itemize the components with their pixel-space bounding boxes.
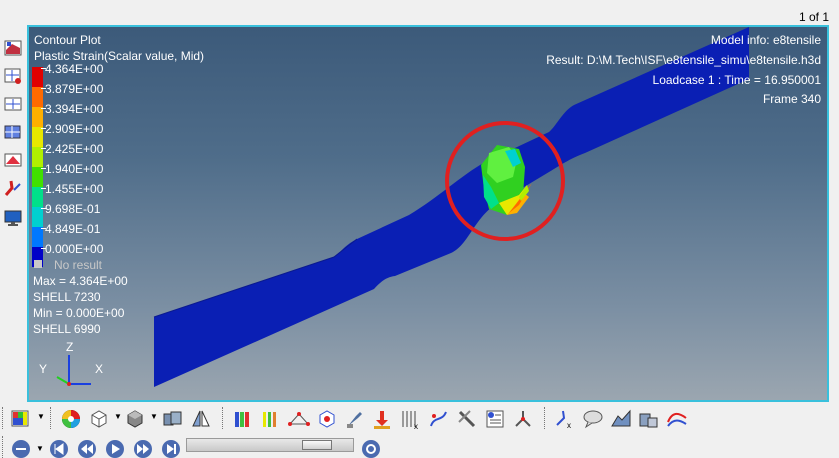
path-icon[interactable]: [428, 408, 450, 430]
display-monitor-icon[interactable]: [3, 208, 23, 228]
measure-tool-icon[interactable]: x: [554, 408, 576, 430]
legend-swatch: [32, 107, 43, 127]
chevron-down-icon[interactable]: ▼: [114, 412, 122, 421]
legend-label: 2.909E+00: [45, 122, 104, 136]
legend-label: 0.000E+00: [45, 242, 104, 256]
legend-swatch: [32, 227, 43, 247]
marker-icon[interactable]: [3, 150, 23, 170]
shaded-cube-icon[interactable]: [124, 408, 146, 430]
section-cut-icon[interactable]: [288, 408, 310, 430]
axis-triad: Z Y X: [33, 339, 113, 399]
svg-text:x: x: [414, 422, 418, 430]
chevron-down-icon[interactable]: ▼: [36, 444, 44, 453]
legend-label: 4.364E+00: [45, 62, 104, 76]
frame-number: Frame 340: [762, 92, 821, 106]
legend-label: 3.394E+00: [45, 102, 104, 116]
model-info: Model info: e8tensile: [710, 33, 821, 47]
animation-settings-icon[interactable]: [360, 438, 382, 458]
deform-shape-icon[interactable]: [638, 408, 660, 430]
legend-label: 9.698E-01: [45, 202, 101, 216]
left-toolbar: [0, 28, 26, 408]
chevron-down-icon[interactable]: ▼: [150, 412, 158, 421]
contour-plot-icon[interactable]: [10, 408, 32, 430]
legend-swatch: [32, 127, 43, 147]
max-value: Max = 4.364E+00: [33, 274, 128, 288]
page-counter: 1 of 1: [798, 10, 829, 24]
probe-icon[interactable]: [344, 408, 366, 430]
legend-swatch: [32, 67, 43, 87]
iso-bars-icon[interactable]: [260, 408, 282, 430]
query-table-icon[interactable]: x: [400, 408, 422, 430]
axis-y-label: Y: [39, 362, 48, 376]
legend-label: 1.455E+00: [45, 182, 104, 196]
max-element: SHELL 7230: [33, 290, 101, 304]
min-element: SHELL 6990: [33, 322, 101, 336]
axis-x-label: X: [95, 362, 104, 376]
graphics-viewport[interactable]: Contour Plot Plastic Strain(Scalar value…: [27, 25, 829, 402]
first-frame-icon[interactable]: [48, 438, 70, 458]
svg-text:x: x: [567, 421, 571, 430]
rewind-icon[interactable]: [76, 438, 98, 458]
legend-swatch: [32, 87, 43, 107]
curve-plot-icon[interactable]: [666, 408, 688, 430]
note-bubble-icon[interactable]: [582, 408, 604, 430]
arrow-down-icon[interactable]: [372, 408, 394, 430]
animation-slider-handle[interactable]: [302, 440, 332, 450]
contour-icon[interactable]: [3, 38, 23, 58]
antenna-icon[interactable]: [456, 408, 478, 430]
legend-swatch: [32, 187, 43, 207]
color-wheel-icon[interactable]: [60, 408, 82, 430]
loadcase-time: Loadcase 1 : Time = 16.950001: [652, 73, 821, 87]
legend-label: 2.425E+00: [45, 142, 104, 156]
min-value: Min = 0.000E+00: [33, 306, 125, 320]
multi-cube-icon[interactable]: [162, 408, 184, 430]
legend-swatch: [32, 207, 43, 227]
fast-forward-icon[interactable]: [132, 438, 154, 458]
chevron-down-icon[interactable]: ▼: [37, 412, 45, 421]
measure-icon[interactable]: [3, 178, 23, 198]
no-result-label: No result: [54, 258, 103, 272]
element-cube-icon[interactable]: [316, 408, 338, 430]
last-frame-icon[interactable]: [160, 438, 182, 458]
animation-mode-icon[interactable]: [10, 438, 32, 458]
info-notes-icon[interactable]: [484, 408, 506, 430]
axis-z-label: Z: [66, 340, 74, 354]
tensor-icon[interactable]: [3, 122, 23, 142]
legend-label: 3.879E+00: [45, 82, 104, 96]
legend-bars-icon[interactable]: [232, 408, 254, 430]
result-path: Result: D:\M.Tech\ISF\e8tensile_simu\e8t…: [546, 53, 821, 67]
plot-title: Contour Plot: [34, 33, 101, 47]
legend-label: 1.940E+00: [45, 162, 104, 176]
legend-swatch: [32, 147, 43, 167]
mirror-icon[interactable]: [190, 408, 212, 430]
legend-label: 4.849E-01: [45, 222, 101, 236]
bottom-toolbar: ▼ ▼ ▼ x x ▼: [0, 404, 839, 458]
graph-icon[interactable]: [610, 408, 632, 430]
vector-icon[interactable]: [3, 94, 23, 114]
tracking-icon[interactable]: [512, 408, 534, 430]
wireframe-cube-icon[interactable]: [88, 408, 110, 430]
deformed-icon[interactable]: [3, 66, 23, 86]
legend-swatch: [32, 167, 43, 187]
play-icon[interactable]: [104, 438, 126, 458]
no-result-swatch: [34, 260, 42, 268]
